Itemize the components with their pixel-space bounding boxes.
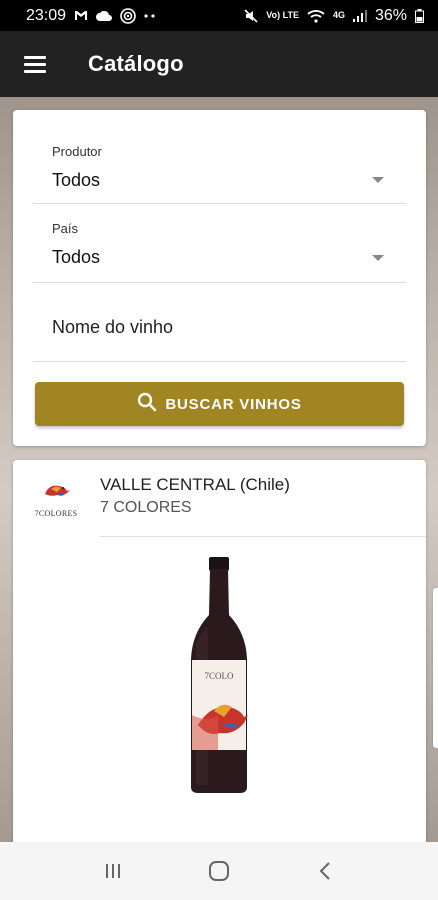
filter-card: Produtor Todos País Todos Nome do vinho … <box>13 110 426 446</box>
page-title: Catálogo <box>88 51 184 76</box>
hamburger-menu-icon <box>24 52 46 77</box>
network-type: 4G <box>332 10 345 20</box>
location-icon <box>120 7 136 24</box>
mute-icon <box>244 8 258 23</box>
product-card[interactable]: 7COLORES VALLE CENTRAL (Chile) 7 COLORES… <box>13 460 426 860</box>
status-bar: 23:09 Vo) LTE 4G 36% <box>0 0 438 31</box>
divider <box>100 536 426 537</box>
menu-button[interactable] <box>0 31 70 97</box>
country-label: País <box>52 221 79 236</box>
logo-wordmark: 7COLORES <box>34 509 78 518</box>
wine-bottle-image: 7COLO <box>191 557 248 793</box>
clock: 23:09 <box>26 6 67 24</box>
country-select[interactable]: País Todos <box>33 204 406 283</box>
back-icon[interactable] <box>305 851 345 891</box>
home-icon[interactable] <box>199 851 239 891</box>
wine-name-input[interactable]: Nome do vinho <box>33 283 406 362</box>
svg-text:7COLO: 7COLO <box>205 671 235 681</box>
search-wines-button[interactable]: BUSCAR VINHOS <box>35 382 404 426</box>
battery-icon <box>415 8 424 23</box>
volte-icon: Vo) LTE <box>266 10 299 20</box>
product-region: VALLE CENTRAL (Chile) <box>100 475 290 494</box>
dropdown-arrow-icon <box>372 177 384 183</box>
producer-value: Todos <box>52 170 101 190</box>
cloud-icon <box>96 10 112 21</box>
dropdown-arrow-icon <box>372 255 384 261</box>
country-value: Todos <box>52 247 101 267</box>
gmail-icon <box>74 10 88 21</box>
brand-logo: 7COLORES <box>31 480 81 520</box>
product-producer: 7 COLORES <box>100 499 192 516</box>
bird-logo-icon <box>45 485 70 496</box>
battery-text: 36% <box>374 6 407 24</box>
system-nav-bar <box>0 842 438 900</box>
wifi-icon <box>307 9 325 23</box>
wine-name-placeholder: Nome do vinho <box>52 317 174 337</box>
status-left: 23:09 <box>26 7 156 25</box>
app-bar: Catálogo <box>0 31 438 97</box>
producer-label: Produtor <box>52 144 102 159</box>
status-right: Vo) LTE 4G 36% <box>244 7 424 25</box>
search-icon <box>137 392 157 416</box>
recent-apps-icon[interactable] <box>93 851 133 891</box>
producer-select[interactable]: Produtor Todos <box>33 132 406 204</box>
more-dots-icon <box>144 13 156 18</box>
signal-icon <box>352 9 367 22</box>
search-button-label: BUSCAR VINHOS <box>165 395 302 413</box>
side-panel-handle[interactable] <box>433 588 438 748</box>
